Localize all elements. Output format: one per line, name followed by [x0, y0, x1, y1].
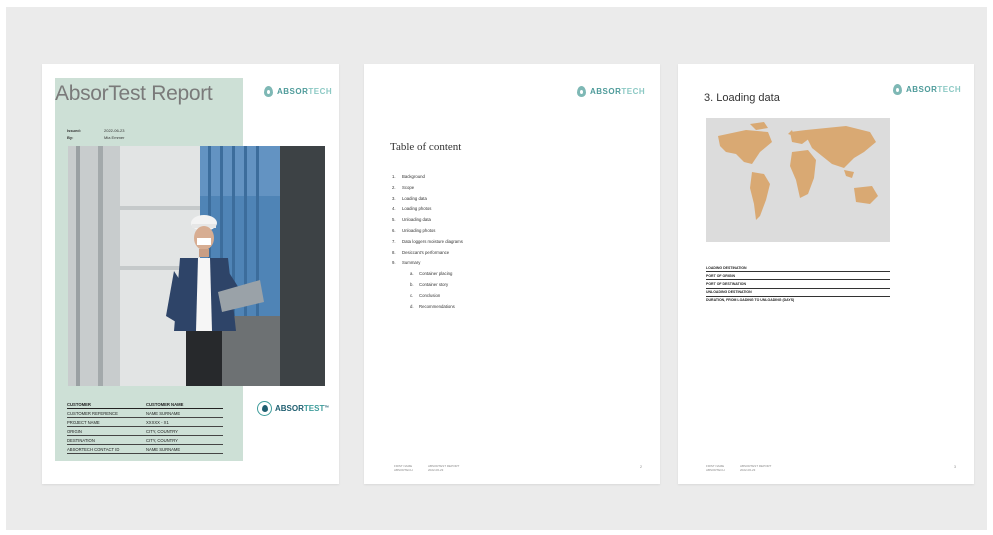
page-number: 3 — [954, 465, 956, 469]
footer-doc: ABSORTEST REPORT 2022-06-23 — [428, 464, 460, 472]
table-row: DESTINATION CITY, COUNTRY — [67, 436, 223, 445]
toc-item[interactable]: 7. Data loggers moisture diagrams — [392, 239, 463, 250]
table-header-row: CUSTOMER CUSTOMER NAME — [67, 400, 223, 409]
toc-list: 1. Background 2. Scope 3. Loading data 4. Lo… — [392, 174, 463, 314]
issued-label: Issued: — [67, 128, 82, 133]
footer-doc: ABSORTEST REPORT 2022-06-23 — [740, 464, 772, 472]
by-label: By: — [67, 135, 74, 140]
absortech-logo: ABSORTECH — [893, 84, 961, 95]
toc-item[interactable]: 2. Scope — [392, 185, 463, 196]
droplet-icon — [893, 84, 902, 95]
footer-author: FIRST NAME ABSORTECH — [706, 464, 725, 472]
toc-subitem[interactable]: b. Container story — [392, 282, 463, 293]
table-row: PROJECT NAME XXXXX - X1 — [67, 418, 223, 427]
toc-item[interactable]: 9. Summary — [392, 260, 463, 271]
table-row: PORT OF DESTINATION — [706, 280, 890, 289]
toc-item[interactable]: 3. Loading data — [392, 196, 463, 207]
table-row: PORT OF ORIGIN — [706, 272, 890, 281]
report-title: AbsorTest Report — [55, 82, 213, 105]
table-row: UNLOADING DESTINATION — [706, 289, 890, 297]
by-value: Mia Emmer — [104, 135, 125, 140]
absortest-circle-icon — [257, 401, 272, 416]
toc-item[interactable]: 1. Background — [392, 174, 463, 185]
section-title: 3. Loading data — [704, 92, 780, 104]
toc-subitem[interactable]: d. Recommendations — [392, 304, 463, 315]
toc-subitem[interactable]: a. Container placing — [392, 271, 463, 282]
table-row: ORIGIN CITY, COUNTRY — [67, 427, 223, 436]
toc-item[interactable]: 4. Loading photos — [392, 206, 463, 217]
issued-value: 2022-06-23 — [104, 128, 125, 133]
world-map-icon — [718, 122, 878, 220]
page-number: 2 — [640, 465, 642, 469]
absortest-logo: ABSORTESTTM — [257, 401, 329, 416]
customer-info-table: CUSTOMER CUSTOMER NAME CUSTOMER REFERENCE… — [67, 400, 223, 454]
cover-page[interactable]: ABSORTECH AbsorTest Report Issued: 2022-… — [42, 64, 339, 484]
cover-photo — [68, 146, 325, 386]
toc-item[interactable]: 6. Unloading photos — [392, 228, 463, 239]
droplet-icon — [577, 86, 586, 97]
droplet-icon — [264, 86, 273, 97]
table-row: ABSORTECH CONTACT ID NAME SURNAME — [67, 445, 223, 454]
document-preview-canvas: ABSORTECH AbsorTest Report Issued: 2022-… — [6, 7, 987, 530]
toc-title: Table of content — [390, 141, 462, 153]
toc-item[interactable]: 5. Unloading data — [392, 217, 463, 228]
absortech-logo: ABSORTECH — [577, 86, 645, 97]
table-row: LOADING DESTINATION — [706, 264, 890, 273]
toc-item[interactable]: 8. Desiccant's performance — [392, 250, 463, 261]
absortech-logo: ABSORTECH — [264, 86, 332, 97]
world-map — [706, 118, 890, 242]
table-row: DURATION, FROM LOADING TO UNLOADING (DAY… — [706, 298, 795, 303]
table-row: CUSTOMER REFERENCE NAME SURNAME — [67, 409, 223, 418]
loading-data-page[interactable]: ABSORTECH 3. Loading data LOADING DESTIN… — [678, 64, 974, 484]
toc-subitem[interactable]: c. Conclusion — [392, 293, 463, 304]
footer-author: FIRST NAME ABSORTECH — [394, 464, 413, 472]
loading-spec-table: LOADING DESTINATION PORT OF ORIGIN PORT … — [706, 264, 890, 304]
toc-page[interactable]: ABSORTECH Table of content 1. Background … — [364, 64, 660, 484]
